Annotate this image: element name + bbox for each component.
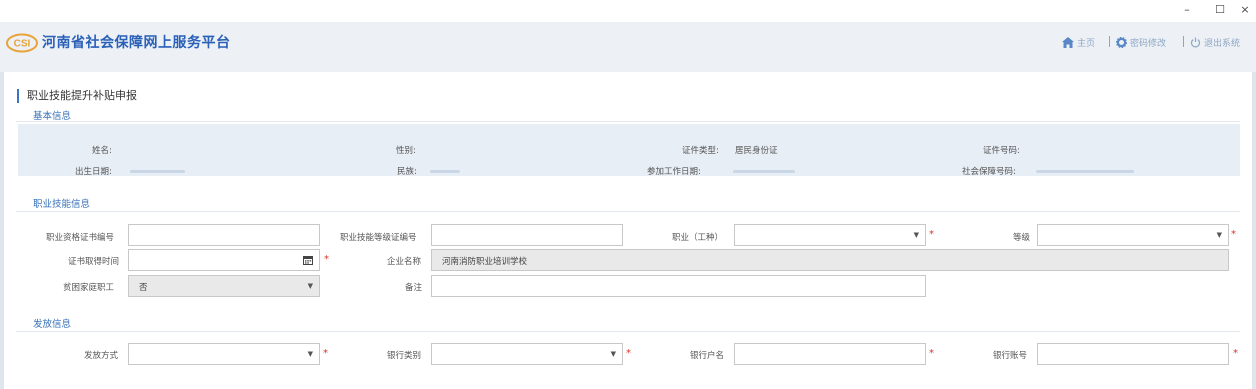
level-cert-label: 职业技能等级证编号 (340, 233, 417, 243)
account-no-input[interactable] (1037, 343, 1229, 365)
nav-divider (1109, 36, 1110, 47)
section-divider (16, 121, 1240, 122)
required-mark: * (929, 229, 934, 240)
name-label: 姓名: (92, 146, 112, 156)
level-cert-input[interactable] (431, 224, 623, 246)
required-mark: * (1231, 229, 1236, 240)
obtain-date-label: 证书取得时间 (68, 257, 120, 267)
account-name-input[interactable] (734, 343, 926, 365)
redacted-value (430, 170, 460, 173)
obtain-date-input[interactable] (128, 249, 320, 271)
page-title: 职业技能提升补贴申报 (17, 89, 137, 103)
account-no-label: 银行账号 (993, 351, 1028, 361)
site-header: CSI 河南省社会保障网上服务平台 主页 密码修改 退出系统 (0, 22, 1256, 72)
section-title-basic: 基本信息 (33, 111, 72, 122)
company-label: 企业名称 (387, 257, 422, 267)
account-name-label: 银行户名 (690, 351, 725, 361)
id-type-value: 居民身份证 (735, 146, 778, 156)
svg-text:CSI: CSI (14, 39, 31, 50)
gear-icon (1116, 36, 1127, 48)
occupation-select[interactable]: ▼ (734, 224, 926, 246)
chevron-down-icon: ▼ (913, 231, 919, 239)
redacted-value (130, 170, 185, 173)
chevron-down-icon: ▼ (1216, 231, 1222, 239)
password-link[interactable]: 密码修改 (1116, 34, 1166, 50)
occupation-label: 职业（工种） (672, 233, 724, 243)
bank-type-select[interactable]: ▼ (431, 343, 623, 365)
remark-label: 备注 (405, 283, 423, 293)
cert-no-label: 职业资格证书编号 (46, 233, 115, 243)
required-mark: * (1233, 348, 1238, 359)
cert-no-input[interactable] (128, 224, 320, 246)
method-label: 发放方式 (84, 351, 119, 361)
work-date-label: 参加工作日期: (647, 167, 701, 177)
grade-select[interactable]: ▼ (1037, 224, 1229, 246)
grade-label: 等级 (1013, 233, 1031, 243)
home-label: 主页 (1077, 38, 1096, 49)
nav-divider (1183, 36, 1184, 47)
maximize-button[interactable]: ☐ (1211, 3, 1229, 17)
poor-family-select[interactable]: 否 ▼ (128, 275, 320, 297)
calendar-icon[interactable] (303, 255, 313, 265)
birth-date-label: 出生日期: (75, 167, 112, 177)
close-button[interactable]: × (1236, 3, 1254, 17)
chevron-down-icon: ▼ (307, 350, 313, 358)
site-brand: 河南省社会保障网上服务平台 (42, 35, 231, 51)
logout-link[interactable]: 退出系统 (1190, 34, 1240, 50)
password-label: 密码修改 (1130, 38, 1167, 49)
company-value: 河南消防职业培训学校 (442, 257, 528, 267)
bank-type-label: 银行类别 (387, 351, 422, 361)
required-mark: * (324, 254, 329, 265)
redacted-value (733, 170, 795, 173)
chevron-down-icon: ▼ (307, 282, 313, 290)
gender-label: 性别: (396, 146, 416, 156)
window-bar: – ☐ × (0, 0, 1256, 22)
section-divider (16, 211, 1240, 212)
ethnicity-label: 民族: (397, 167, 417, 177)
section-title-skill: 职业技能信息 (33, 199, 91, 210)
section-title-payment: 发放信息 (33, 319, 72, 330)
logout-label: 退出系统 (1204, 38, 1241, 49)
poor-family-label: 贫困家庭职工 (63, 283, 115, 293)
home-link[interactable]: 主页 (1062, 34, 1095, 50)
id-type-label: 证件类型: (682, 146, 719, 156)
poor-family-value: 否 (139, 283, 148, 293)
basic-info-panel (18, 124, 1240, 176)
remark-input[interactable] (431, 275, 926, 297)
section-divider (16, 331, 1240, 332)
required-mark: * (626, 348, 631, 359)
redacted-value (1036, 170, 1134, 173)
required-mark: * (929, 348, 934, 359)
minimize-button[interactable]: – (1178, 3, 1196, 17)
id-number-label: 证件号码: (983, 146, 1020, 156)
method-select[interactable]: ▼ (128, 343, 320, 365)
home-icon (1062, 36, 1074, 48)
chevron-down-icon: ▼ (610, 350, 616, 358)
required-mark: * (323, 348, 328, 359)
power-icon (1190, 37, 1201, 47)
company-input: 河南消防职业培训学校 (431, 249, 1229, 271)
ssn-label: 社会保障号码: (962, 167, 1016, 177)
csi-logo-icon: CSI (6, 33, 38, 53)
